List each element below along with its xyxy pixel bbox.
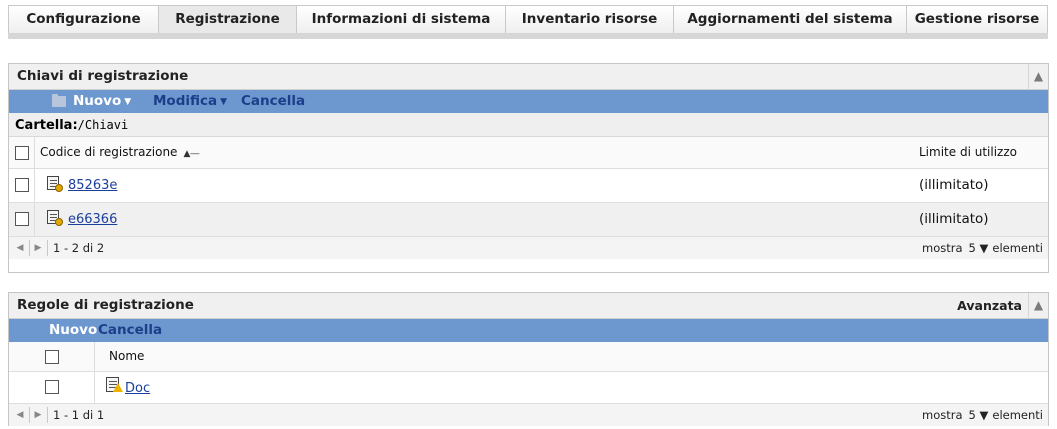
column-divider: [34, 169, 35, 202]
row-checkbox[interactable]: [45, 380, 59, 394]
page-size-value: 5: [968, 408, 976, 422]
pager-divider: [47, 240, 48, 256]
new-label: Nuovo: [73, 93, 122, 109]
collapse-icon[interactable]: ▲: [1028, 293, 1048, 318]
column-divider: [94, 372, 95, 403]
column-divider: [34, 203, 35, 236]
tab-informazioni-di-sistema[interactable]: Informazioni di sistema: [297, 6, 506, 34]
keys-toolbar: Nuovo ▼ Modifica ▼ Cancella: [9, 90, 1048, 113]
show-suffix: elementi: [992, 241, 1043, 255]
edit-button[interactable]: Modifica ▼: [153, 90, 227, 114]
column-header-code-label: Codice di registrazione: [40, 145, 178, 159]
page-size-control: mostra 5 ▼ elementi: [922, 237, 1043, 259]
tab-configurazione[interactable]: Configurazione: [9, 6, 159, 34]
next-page-icon[interactable]: ▶: [30, 404, 46, 426]
new-button[interactable]: Nuovo: [49, 319, 97, 342]
table-header: Nome: [9, 342, 1048, 372]
rule-icon: [106, 377, 123, 393]
tab-aggiornamenti-del-sistema[interactable]: Aggiornamenti del sistema: [674, 6, 907, 34]
delete-button[interactable]: Cancella: [98, 319, 162, 342]
prev-page-icon[interactable]: ◀: [12, 404, 28, 426]
caret-down-icon: ▼: [979, 241, 989, 255]
column-divider: [34, 137, 35, 168]
page-size-select[interactable]: 5 ▼: [969, 241, 989, 255]
key-icon: [47, 210, 63, 226]
panel-title: Regole di registrazione Avanzata ▲: [9, 293, 1048, 319]
caret-down-icon: ▼: [124, 97, 132, 107]
page-range: 1 - 2 di 2: [53, 241, 105, 255]
column-divider: [94, 342, 95, 371]
caret-down-icon: ▼: [220, 97, 228, 107]
column-header-limit[interactable]: Limite di utilizzo: [919, 145, 1017, 159]
keys-pager: ◀ ▶ 1 - 2 di 2 mostra 5 ▼ elementi: [9, 237, 1048, 259]
tab-registrazione[interactable]: Registrazione: [159, 6, 297, 34]
column-header-code[interactable]: Codice di registrazione ▲―: [40, 145, 199, 159]
folder-icon[interactable]: [52, 94, 66, 107]
folder-breadcrumb: Cartella:/Chiavi: [9, 113, 1048, 137]
table-row: Doc: [9, 372, 1048, 404]
usage-limit: (illimitato): [919, 211, 989, 227]
tab-bar: Configurazione Registrazione Informazion…: [8, 5, 1048, 34]
row-checkbox[interactable]: [15, 178, 29, 192]
folder-label: Cartella:: [15, 118, 78, 133]
new-button[interactable]: Nuovo ▼: [73, 90, 131, 114]
tab-inventario-risorse[interactable]: Inventario risorse: [506, 6, 674, 34]
sort-ascending-icon[interactable]: ▲―: [183, 149, 199, 159]
caret-down-icon: ▼: [979, 408, 989, 422]
tab-bar-underline: [8, 33, 1048, 39]
table-header: Codice di registrazione ▲― Limite di util…: [9, 137, 1048, 169]
table-row: 85263e (illimitato): [9, 169, 1048, 203]
rules-toolbar: Nuovo Cancella: [9, 319, 1048, 342]
registration-key-link[interactable]: 85263e: [68, 178, 117, 193]
registration-rules-panel: Regole di registrazione Avanzata ▲ Nuovo…: [8, 292, 1049, 426]
registration-keys-panel: Chiavi di registrazione ▲ Nuovo ▼ Modific…: [8, 63, 1049, 273]
page-range: 1 - 1 di 1: [53, 408, 105, 422]
delete-button[interactable]: Cancella: [241, 90, 305, 113]
collapse-icon[interactable]: ▲: [1028, 64, 1048, 89]
table-row: e66366 (illimitato): [9, 203, 1048, 237]
page-size-select[interactable]: 5 ▼: [969, 408, 989, 422]
column-header-name[interactable]: Nome: [109, 349, 144, 363]
prev-page-icon[interactable]: ◀: [12, 237, 28, 259]
registration-key-link[interactable]: e66366: [68, 212, 117, 227]
pager-divider: [47, 407, 48, 423]
select-all-checkbox[interactable]: [45, 350, 59, 364]
key-icon: [47, 176, 63, 192]
rules-pager: ◀ ▶ 1 - 1 di 1 mostra 5 ▼ elementi: [9, 404, 1048, 426]
usage-limit: (illimitato): [919, 177, 989, 193]
registration-rule-link[interactable]: Doc: [125, 381, 150, 396]
next-page-icon[interactable]: ▶: [30, 237, 46, 259]
show-suffix: elementi: [992, 408, 1043, 422]
folder-path: /Chiavi: [77, 118, 129, 132]
page-size-control: mostra 5 ▼ elementi: [922, 404, 1043, 426]
registration-keys-title: Chiavi di registrazione: [17, 68, 189, 84]
show-prefix: mostra: [922, 408, 963, 422]
advanced-link[interactable]: Avanzata: [957, 293, 1022, 318]
row-checkbox[interactable]: [15, 212, 29, 226]
edit-label: Modifica: [153, 93, 218, 109]
show-prefix: mostra: [922, 241, 963, 255]
select-all-checkbox[interactable]: [15, 146, 29, 160]
tab-gestione-risorse[interactable]: Gestione risorse: [907, 6, 1047, 34]
panel-title: Chiavi di registrazione ▲: [9, 64, 1048, 90]
registration-rules-title: Regole di registrazione: [17, 297, 194, 313]
page-size-value: 5: [968, 241, 976, 255]
